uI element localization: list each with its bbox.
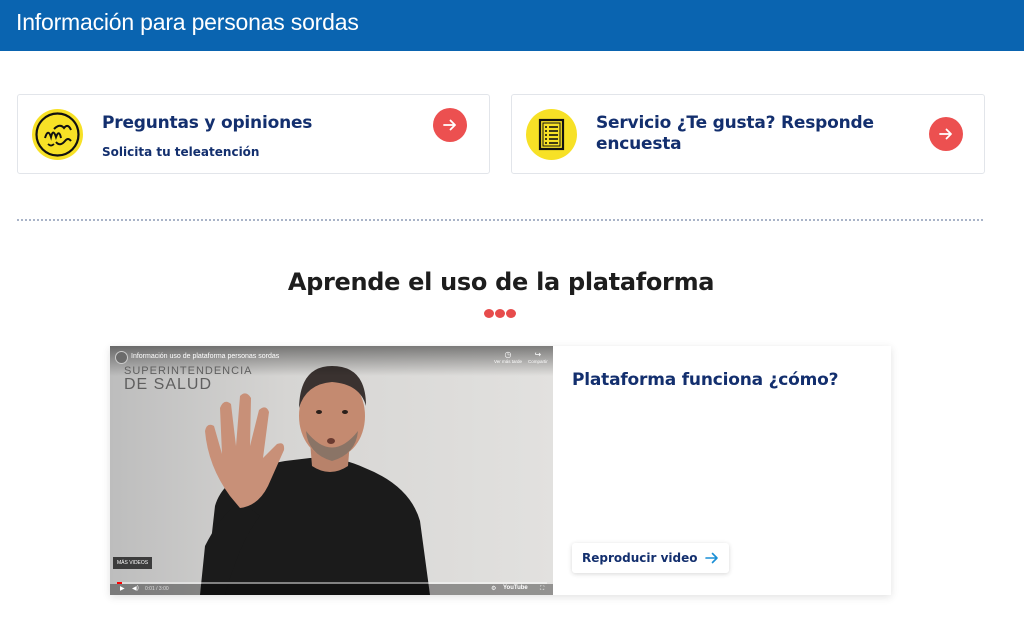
- clock-icon: ◷: [504, 350, 512, 359]
- fullscreen-icon[interactable]: ⛶: [540, 585, 544, 593]
- share-label: Compartir: [528, 359, 548, 364]
- survey-document-icon: [526, 109, 577, 160]
- arrow-right-button[interactable]: [433, 108, 467, 142]
- watermark: SUPERINTENDENCIA DE SALUD: [124, 366, 252, 393]
- dot: [484, 309, 494, 318]
- card-title: Servicio ¿Te gusta? Responde encuesta: [596, 113, 874, 155]
- video-card: Información uso de plataforma personas s…: [110, 346, 891, 595]
- play-icon[interactable]: ▶: [120, 585, 125, 592]
- channel-avatar[interactable]: [115, 351, 128, 364]
- sign-language-icon: [32, 109, 83, 160]
- more-videos-button[interactable]: MÁS VIDEOS: [113, 557, 153, 569]
- arrow-right-icon: [443, 119, 456, 131]
- watermark-line: DE SALUD: [124, 376, 213, 393]
- watch-later-button[interactable]: ◷ Ver más tarde: [494, 350, 522, 364]
- share-icon: ↪: [534, 350, 542, 359]
- watch-later-label: Ver más tarde: [494, 359, 523, 364]
- dot: [495, 309, 505, 318]
- video-player[interactable]: Información uso de plataforma personas s…: [110, 346, 553, 595]
- survey-card[interactable]: Servicio ¿Te gusta? Responde encuesta: [511, 94, 985, 174]
- time-display: 0:01 / 3:00: [145, 586, 169, 592]
- arrow-right-icon: [939, 128, 952, 140]
- arrow-right-icon: [704, 552, 718, 564]
- card-subtitle: Solicita tu teleatención: [102, 145, 260, 159]
- arrow-right-button[interactable]: [929, 117, 963, 151]
- play-video-button[interactable]: Reproducir video: [572, 543, 729, 573]
- card-title: Preguntas y opiniones: [102, 113, 313, 133]
- decorative-dots: [484, 309, 516, 318]
- play-video-label: Reproducir video: [582, 551, 698, 565]
- video-card-title: Plataforma funciona ¿cómo?: [572, 370, 839, 390]
- settings-icon[interactable]: ⚙: [491, 585, 496, 592]
- player-controls: ▶ ◀) 0:01 / 3:00 ⚙ YouTube ⛶: [110, 584, 553, 595]
- share-button[interactable]: ↪ Compartir: [528, 350, 548, 364]
- youtube-logo[interactable]: YouTube: [503, 585, 528, 591]
- volume-icon[interactable]: ◀): [132, 585, 139, 592]
- card-title-line: encuesta: [596, 134, 682, 154]
- dot: [506, 309, 516, 318]
- page-title: Información para personas sordas: [16, 9, 359, 35]
- questions-card[interactable]: Preguntas y opiniones Solicita tu teleat…: [17, 94, 490, 174]
- card-title-line: Servicio ¿Te gusta? Responde: [596, 113, 874, 133]
- page-header: Información para personas sordas: [0, 0, 1024, 51]
- dotted-divider: [17, 219, 983, 221]
- section-title: Aprende el uso de la plataforma: [287, 268, 715, 296]
- video-title[interactable]: Información uso de plataforma personas s…: [131, 353, 279, 360]
